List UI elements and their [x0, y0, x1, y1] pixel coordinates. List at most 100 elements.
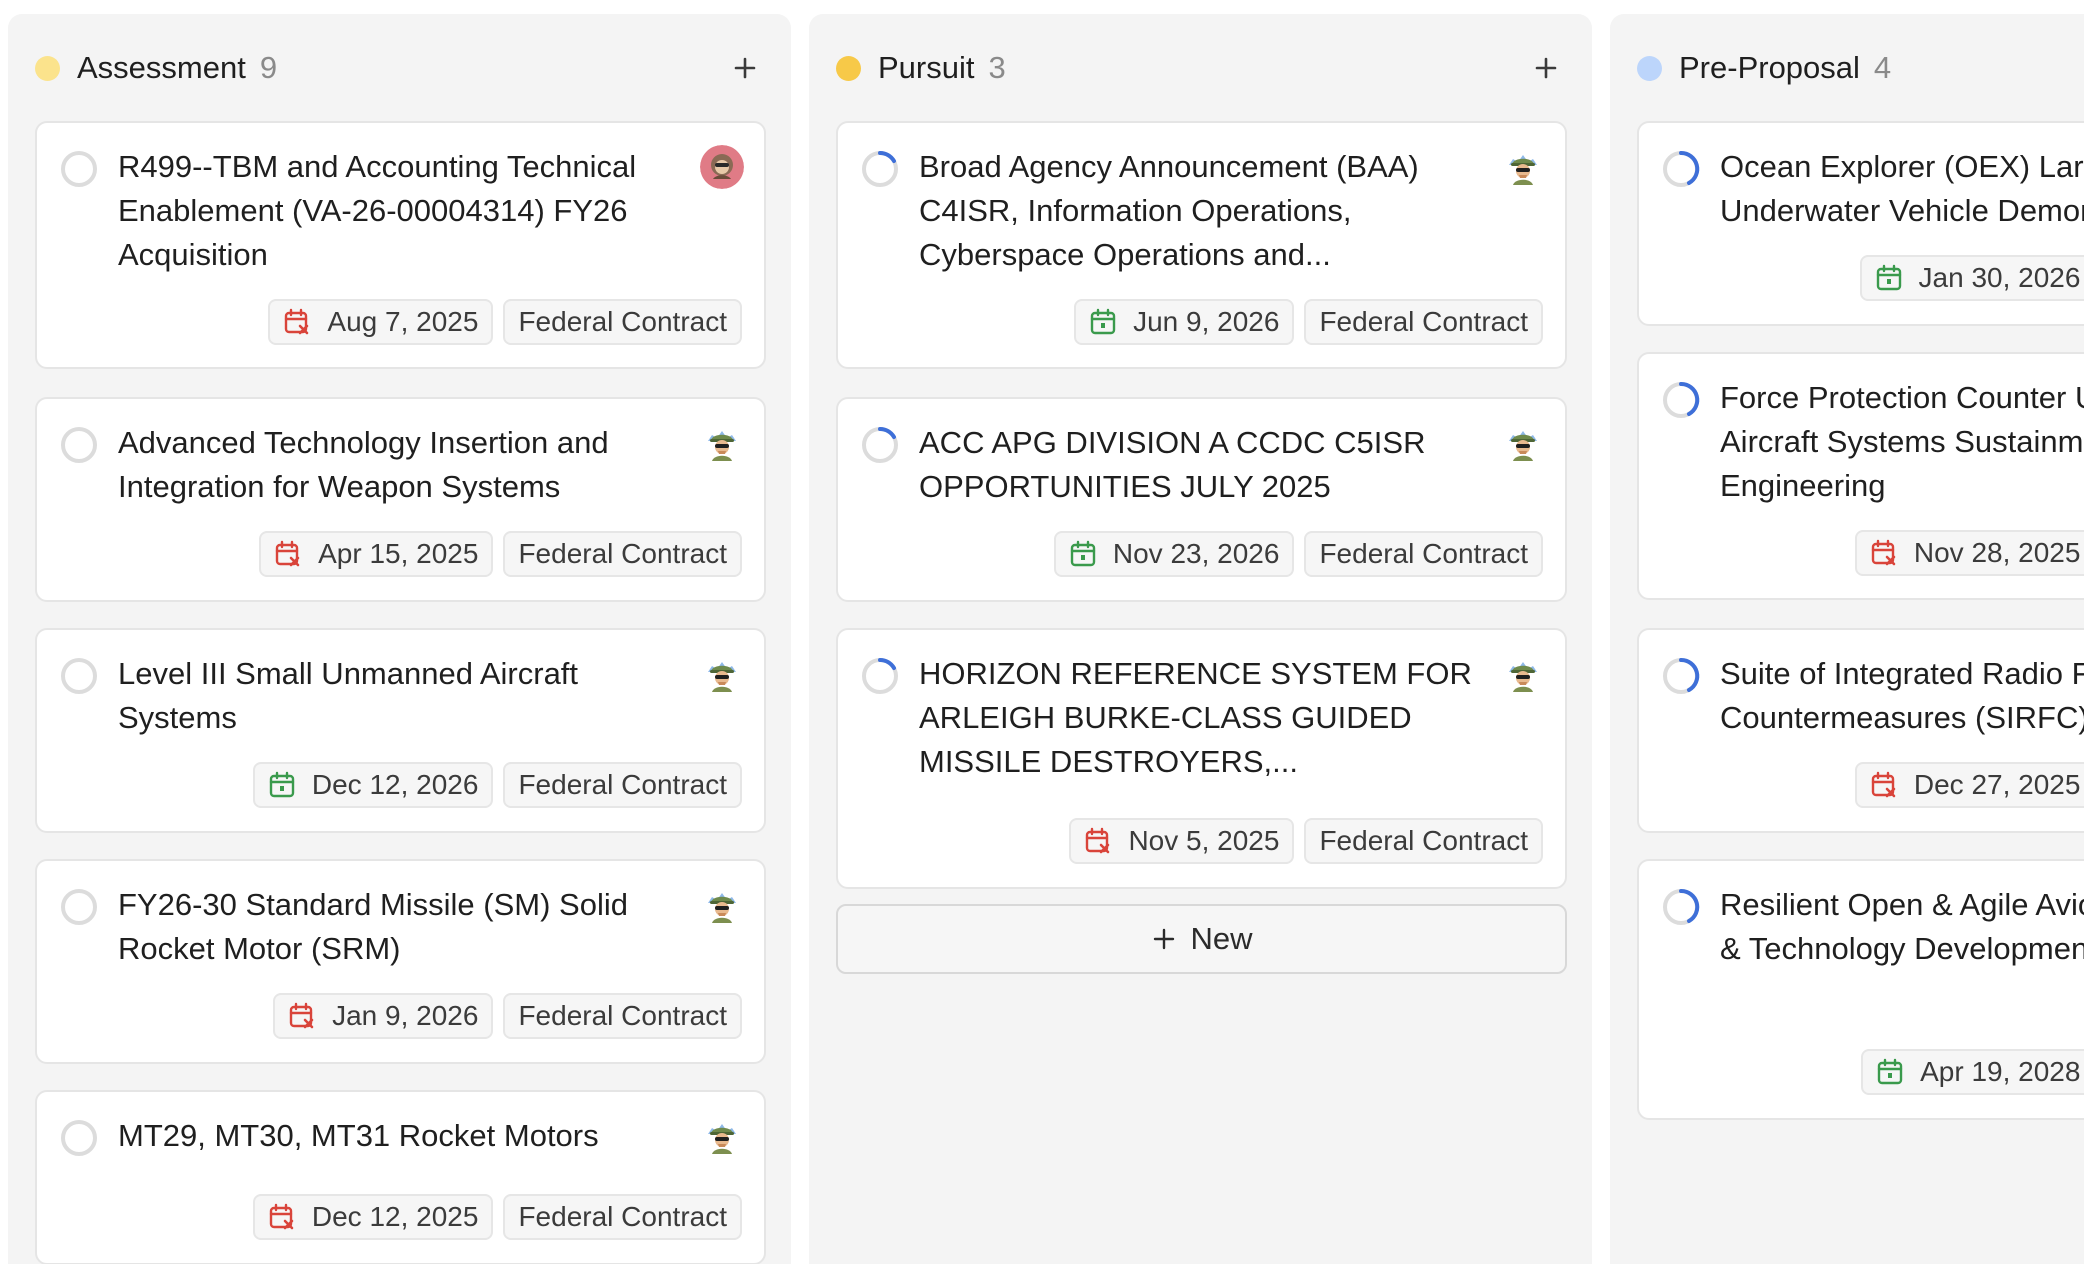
contract-type: Federal Contract	[518, 769, 727, 800]
column-name: Assessment	[77, 50, 246, 85]
column-header: Pre-Proposal 4	[1610, 14, 2084, 122]
due-date-chip[interactable]: Nov 5, 2025	[1069, 818, 1295, 864]
soldier-avatar[interactable]	[700, 652, 744, 696]
opportunity-card[interactable]: Level III Small Unmanned Aircraft System…	[35, 628, 766, 833]
soldier-avatar[interactable]	[1501, 145, 1545, 189]
opportunity-card[interactable]: Advanced Technology Insertion and Integr…	[35, 397, 766, 602]
opportunity-card[interactable]: Suite of Integrated Radio Frequency Coun…	[1637, 628, 2084, 833]
card-title[interactable]: Advanced Technology Insertion and Integr…	[118, 421, 678, 509]
card-title[interactable]: ACC APG DIVISION A CCDC C5ISR OPPORTUNIT…	[919, 421, 1479, 509]
progress-ring-icon[interactable]	[1661, 380, 1701, 420]
opportunity-card[interactable]: Force Protection Counter Unmanned Aircra…	[1637, 352, 2084, 600]
due-date-chip[interactable]: Nov 23, 2026	[1053, 531, 1295, 577]
type-chip[interactable]: Federal Contract	[1304, 531, 1543, 577]
type-chip[interactable]: Federal Contract	[503, 993, 742, 1039]
card-tags: Apr 15, 2025 Federal Contract	[259, 531, 742, 577]
card-title[interactable]: Force Protection Counter Unmanned Aircra…	[1720, 376, 2084, 508]
empty-circle-icon[interactable]	[59, 149, 99, 189]
card-tags: Dec 12, 2026 Federal Contract	[252, 762, 742, 808]
due-date-chip[interactable]: Dec 12, 2025	[252, 1194, 494, 1240]
soldier-avatar[interactable]	[1501, 652, 1545, 696]
status-dot-icon	[836, 56, 861, 81]
due-date: Jan 30, 2026	[1918, 262, 2081, 293]
new-card-button[interactable]: New	[836, 904, 1567, 974]
soldier-avatar[interactable]	[700, 1114, 744, 1158]
progress-ring-icon[interactable]	[1661, 887, 1701, 927]
column-title: Pursuit 3	[878, 48, 1006, 88]
card-title[interactable]: FY26-30 Standard Missile (SM) Solid Rock…	[118, 883, 678, 971]
column-name: Pursuit	[878, 50, 975, 85]
empty-circle-icon[interactable]	[59, 887, 99, 927]
due-date: Nov 28, 2025	[1913, 537, 2081, 568]
soldier-avatar[interactable]	[700, 421, 744, 465]
due-date: Dec 12, 2026	[311, 769, 479, 800]
due-date-chip[interactable]: Jan 30, 2026	[1859, 255, 2084, 301]
due-date: Nov 23, 2026	[1112, 538, 1280, 569]
type-chip[interactable]: Federal Contract	[1304, 818, 1543, 864]
due-date-chip[interactable]: Nov 28, 2025	[1854, 530, 2084, 576]
soldier-avatar[interactable]	[1501, 421, 1545, 465]
due-date: Aug 7, 2025	[327, 306, 479, 337]
opportunity-card[interactable]: MT29, MT30, MT31 Rocket Motors Dec 12, 2…	[35, 1090, 766, 1264]
calendar-upcoming-icon	[1877, 1058, 1903, 1085]
card-title[interactable]: Level III Small Unmanned Aircraft System…	[118, 652, 678, 740]
column-title: Assessment 9	[77, 48, 277, 88]
calendar-overdue-icon	[1871, 771, 1896, 798]
calendar-overdue-icon	[285, 308, 309, 335]
add-card-icon[interactable]	[1528, 50, 1564, 86]
column-count: 4	[1873, 50, 1892, 85]
contract-type: Federal Contract	[1319, 825, 1528, 856]
progress-ring-icon[interactable]	[860, 656, 900, 696]
card-title[interactable]: Broad Agency Announcement (BAA) C4ISR, I…	[919, 145, 1479, 277]
opportunity-card[interactable]: ACC APG DIVISION A CCDC C5ISR OPPORTUNIT…	[836, 397, 1567, 602]
soldier-avatar[interactable]	[700, 883, 744, 927]
type-chip[interactable]: Federal Contract	[503, 531, 742, 577]
column-header: Assessment 9	[8, 14, 791, 122]
calendar-overdue-icon	[1871, 539, 1896, 566]
card-tags: Jun 9, 2026 Federal Contract	[1074, 299, 1543, 345]
due-date-chip[interactable]: Dec 12, 2026	[252, 762, 494, 808]
opportunity-card[interactable]: Resilient Open & Agile Avionics System &…	[1637, 859, 2084, 1120]
progress-ring-icon[interactable]	[1661, 149, 1701, 189]
contract-type: Federal Contract	[518, 1201, 727, 1232]
due-date: Apr 15, 2025	[318, 538, 479, 569]
opportunity-card[interactable]: R499--TBM and Accounting Technical Enabl…	[35, 121, 766, 369]
card-title[interactable]: R499--TBM and Accounting Technical Enabl…	[118, 145, 678, 277]
card-tags: Dec 12, 2025 Federal Contract	[252, 1194, 742, 1240]
type-chip[interactable]: Federal Contract	[503, 299, 742, 345]
progress-ring-icon[interactable]	[860, 149, 900, 189]
progress-ring-icon[interactable]	[1661, 656, 1701, 696]
due-date-chip[interactable]: Jan 9, 2026	[273, 993, 494, 1039]
empty-circle-icon[interactable]	[59, 656, 99, 696]
due-date-chip[interactable]: Dec 27, 2025	[1854, 762, 2084, 808]
empty-circle-icon[interactable]	[59, 425, 99, 465]
card-title[interactable]: Suite of Integrated Radio Frequency Coun…	[1720, 652, 2084, 740]
type-chip[interactable]: Federal Contract	[503, 1194, 742, 1240]
card-title[interactable]: Resilient Open & Agile Avionics System &…	[1720, 883, 2084, 971]
card-tags: Nov 5, 2025 Federal Contract	[1069, 818, 1543, 864]
due-date-chip[interactable]: Apr 19, 2028	[1861, 1049, 2084, 1095]
pink-avatar[interactable]	[700, 145, 744, 189]
card-title[interactable]: Ocean Explorer (OEX) Large Underwater Ve…	[1720, 145, 2084, 233]
type-chip[interactable]: Federal Contract	[503, 762, 742, 808]
opportunity-card[interactable]: HORIZON REFERENCE SYSTEM FOR ARLEIGH BUR…	[836, 628, 1567, 889]
due-date-chip[interactable]: Aug 7, 2025	[268, 299, 494, 345]
opportunity-card[interactable]: Ocean Explorer (OEX) Large Underwater Ve…	[1637, 121, 2084, 326]
due-date-chip[interactable]: Jun 9, 2026	[1074, 299, 1295, 345]
add-card-icon[interactable]	[727, 50, 763, 86]
opportunity-card[interactable]: Broad Agency Announcement (BAA) C4ISR, I…	[836, 121, 1567, 369]
column-name: Pre-Proposal	[1679, 50, 1860, 85]
card-title[interactable]: HORIZON REFERENCE SYSTEM FOR ARLEIGH BUR…	[919, 652, 1479, 784]
card-title[interactable]: MT29, MT30, MT31 Rocket Motors	[118, 1114, 678, 1158]
type-chip[interactable]: Federal Contract	[1304, 299, 1543, 345]
contract-type: Federal Contract	[1319, 306, 1528, 337]
empty-circle-icon[interactable]	[59, 1118, 99, 1158]
column-pursuit: Pursuit 3 Broad Agency Announcement (BAA)…	[809, 14, 1592, 1264]
column-count: 3	[988, 50, 1006, 85]
calendar-upcoming-icon	[1876, 264, 1901, 291]
calendar-overdue-icon	[275, 540, 300, 567]
due-date: Apr 19, 2028	[1920, 1056, 2081, 1087]
due-date-chip[interactable]: Apr 15, 2025	[259, 531, 494, 577]
progress-ring-icon[interactable]	[860, 425, 900, 465]
opportunity-card[interactable]: FY26-30 Standard Missile (SM) Solid Rock…	[35, 859, 766, 1064]
